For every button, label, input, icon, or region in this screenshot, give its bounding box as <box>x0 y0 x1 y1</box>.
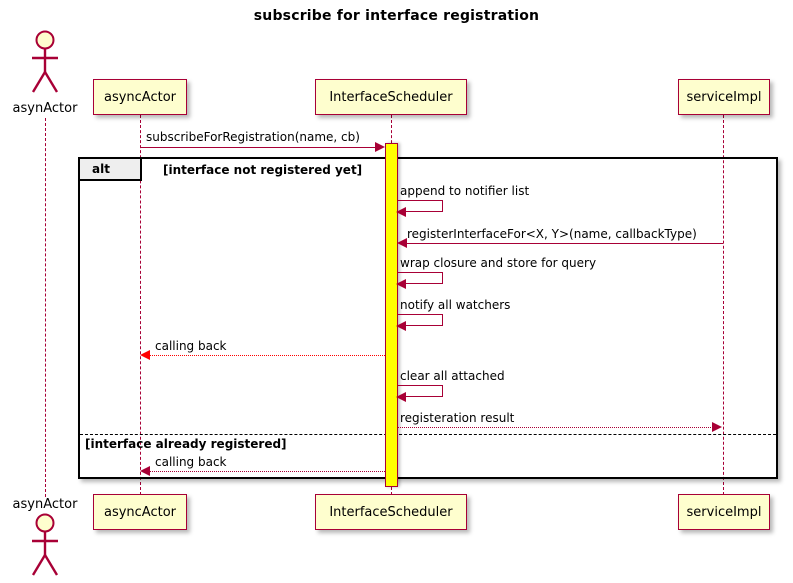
message-label-wrap-closure: wrap closure and store for query <box>400 256 597 270</box>
message-line-registeration-result <box>398 427 713 428</box>
participant-asyncActor-top[interactable]: asyncActor <box>93 79 187 115</box>
participant-serviceImpl-bottom[interactable]: serviceImpl <box>678 494 770 530</box>
message-label-calling-back-1: calling back <box>155 339 227 353</box>
activation-bar-InterfaceScheduler <box>385 143 398 487</box>
sequence-diagram-canvas: subscribe for interface registration asy… <box>0 0 793 583</box>
alt-guard-condition-1: [interface not registered yet] <box>163 163 363 177</box>
participant-label: serviceImpl <box>686 89 762 105</box>
lifeline-asynActor <box>45 118 46 497</box>
message-label-subscribe-for-registration: subscribeForRegistration(name, cb) <box>146 130 360 144</box>
participant-InterfaceScheduler-bottom[interactable]: InterfaceScheduler <box>315 494 467 530</box>
participant-serviceImpl-top[interactable]: serviceImpl <box>678 79 770 115</box>
participant-asyncActor-bottom[interactable]: asyncActor <box>93 494 187 530</box>
participant-label: serviceImpl <box>686 504 762 520</box>
page-title: subscribe for interface registration <box>253 8 540 24</box>
message-label-notify-all-watchers: notify all watchers <box>400 298 511 312</box>
arrow-head-register-interface-for <box>397 238 407 248</box>
participant-label: InterfaceScheduler <box>329 89 453 105</box>
message-label-append-to-notifier-list: append to notifier list <box>400 184 530 198</box>
arrow-head-append-to-notifier-list <box>396 207 406 217</box>
message-line-calling-back-1 <box>150 355 385 356</box>
arrow-head-calling-back-2 <box>140 466 150 476</box>
actor-stick-figure-top <box>24 30 66 100</box>
arrow-head-registeration-result <box>712 422 722 432</box>
arrow-head-calling-back-1 <box>140 350 150 360</box>
participant-label: asyncActor <box>103 89 177 105</box>
actor-stick-figure-bottom <box>24 513 66 583</box>
alt-fragment-tab: alt <box>80 159 142 181</box>
alt-guard-condition-2: [interface already registered] <box>85 437 287 451</box>
arrow-head-clear-all-attached <box>396 392 406 402</box>
participant-label: InterfaceScheduler <box>329 504 453 520</box>
actor-label-bottom: asynActor <box>12 497 78 512</box>
alt-fragment-type-label: alt <box>92 162 110 176</box>
message-label-register-interface-for: registerInterfaceFor<X, Y>(name, callbac… <box>407 227 697 241</box>
message-label-registeration-result: registeration result <box>400 411 515 425</box>
participant-InterfaceScheduler-top[interactable]: InterfaceScheduler <box>315 79 467 115</box>
actor-icon <box>31 30 59 93</box>
arrow-head-notify-all-watchers <box>396 321 406 331</box>
arrow-head-wrap-closure <box>396 279 406 289</box>
participant-label: asyncActor <box>103 504 177 520</box>
alt-else-divider <box>80 434 776 435</box>
arrow-head-subscribe-for-registration <box>375 142 385 152</box>
message-line-subscribe-for-registration <box>140 147 376 148</box>
actor-icon-bottom <box>31 513 59 576</box>
actor-label-top: asynActor <box>12 101 78 116</box>
message-line-register-interface-for <box>407 243 723 244</box>
message-label-clear-all-attached: clear all attached <box>400 369 505 383</box>
message-label-calling-back-2: calling back <box>155 455 227 469</box>
message-line-calling-back-2 <box>150 471 385 472</box>
